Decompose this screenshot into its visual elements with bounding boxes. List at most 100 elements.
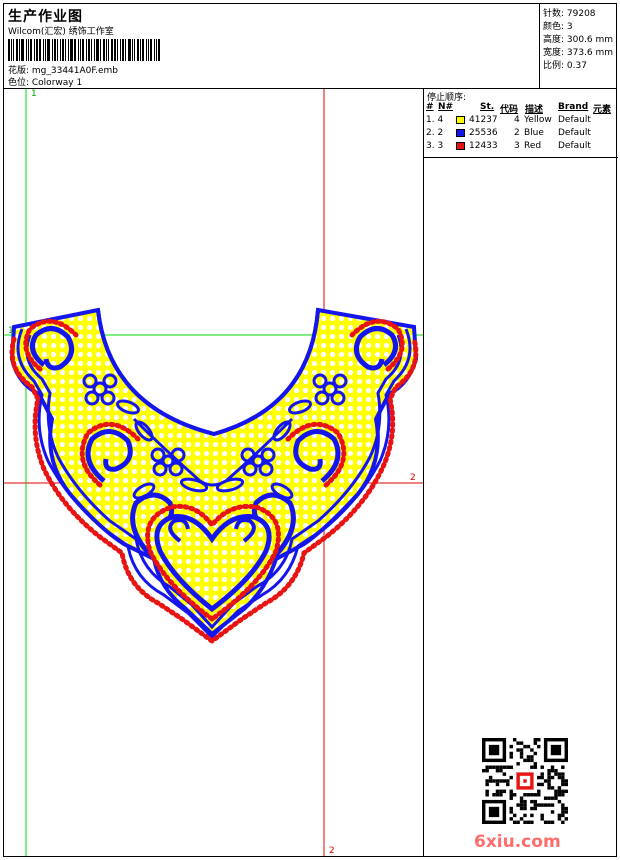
qr-module: [499, 768, 503, 773]
design-scale: 比例: 0.37: [543, 61, 587, 71]
row-brand: Default: [558, 141, 591, 151]
barcode-bar: [28, 39, 29, 61]
embroidery-preview: [4, 89, 423, 856]
qr-module: [523, 758, 527, 763]
qr-module: [519, 741, 524, 745]
qr-module: [550, 775, 555, 780]
qr-module: [530, 806, 534, 811]
qr-module: [499, 793, 503, 797]
qr-module: [530, 765, 534, 769]
qr-module: [519, 755, 524, 759]
qr-module: [533, 751, 538, 756]
qr-module: [564, 806, 568, 811]
qr-module: [526, 793, 531, 797]
qr-module: [540, 813, 544, 818]
qr-module: [540, 782, 544, 787]
qr-module: [506, 782, 510, 787]
qr-module: [523, 793, 527, 797]
qr-module: [537, 775, 541, 780]
qr-module: [499, 765, 503, 769]
qr-module: [495, 789, 500, 794]
barcode-bar: [34, 39, 35, 61]
barcode-bar: [60, 39, 61, 61]
qr-module: [533, 803, 538, 807]
qr-module: [547, 786, 551, 790]
qr-module: [550, 744, 562, 756]
qr-module: [488, 806, 500, 818]
qr-module: [509, 806, 513, 811]
qr-module: [537, 738, 541, 742]
qr-module: [526, 758, 531, 763]
qr-module: [557, 772, 562, 776]
barcode-bar: [122, 39, 124, 61]
qr-module: [547, 772, 551, 776]
qr-module: [550, 768, 555, 773]
table-divider: [424, 157, 618, 158]
qr-module: [499, 779, 503, 783]
barcode-bar: [47, 39, 50, 61]
barcode-bar: [128, 39, 131, 61]
qr-module: [547, 803, 551, 807]
qr-module: [537, 793, 541, 797]
stats-box: 针数: 79208 颜色: 3 高度: 300.6 mm 宽度: 373.6 m…: [539, 4, 618, 88]
qr-module: [502, 779, 507, 783]
barcode-bar: [70, 39, 73, 61]
color-swatch: [456, 129, 465, 137]
qr-module: [485, 768, 489, 773]
table-row: 1. 4 41237 4 Yellow Default: [424, 115, 618, 127]
qr-module: [485, 793, 489, 797]
barcode-bar: [45, 39, 46, 61]
barcode-bar: [16, 39, 18, 61]
row-stitches: 12433: [469, 141, 498, 151]
qr-module: [488, 765, 493, 769]
qr-module: [516, 741, 520, 745]
barcode-bar: [154, 39, 155, 61]
qr-module: [564, 782, 568, 787]
qr-module: [519, 803, 524, 807]
qr-module: [554, 772, 558, 776]
barcode-bar: [52, 39, 53, 61]
qr-module: [557, 786, 562, 790]
qr-module: [557, 799, 562, 804]
barcode-bar: [11, 39, 12, 61]
row-stitches: 41237: [469, 115, 498, 125]
barcode-bar: [68, 39, 69, 61]
qr-module: [533, 799, 538, 804]
barcode-bar: [57, 39, 58, 61]
qr-module: [561, 803, 565, 807]
qr-module: [543, 796, 548, 800]
watermark: 6xiu.com: [474, 832, 561, 852]
stitch-count: 针数: 79208: [543, 9, 596, 19]
qr-module: [526, 744, 531, 749]
barcode-bar: [140, 39, 141, 61]
qr-module: [523, 820, 527, 824]
qr-module: [561, 782, 565, 787]
qr-module: [512, 813, 517, 818]
qr-module: [509, 817, 513, 821]
qr-module: [523, 803, 527, 807]
qr-module: [519, 799, 524, 804]
qr-module: [540, 775, 544, 780]
col-header-seq: #: [426, 102, 434, 112]
qr-code: [482, 738, 568, 824]
barcode-bar: [39, 39, 41, 61]
qr-module: [523, 806, 527, 811]
qr-module: [519, 796, 524, 800]
qr-module: [509, 765, 513, 769]
qr-module: [523, 779, 527, 783]
qr-module: [561, 820, 565, 824]
barcode-bar: [132, 39, 133, 61]
design-canvas: 1 1 2 2: [4, 89, 423, 856]
color-swatch: [456, 116, 465, 124]
barcode-bar: [148, 39, 149, 61]
barcode-bar: [120, 39, 121, 61]
qr-module: [533, 738, 538, 742]
stop-sequence-panel: 停止顺序: # N# St. 代码 描述 Brand 元素 1. 4 41237…: [423, 89, 618, 856]
barcode-bar: [134, 39, 135, 61]
qr-module: [512, 738, 517, 742]
barcode-bar: [82, 39, 84, 61]
barcode-bar: [19, 39, 20, 61]
barcode-bar: [91, 39, 92, 61]
qr-module: [561, 772, 565, 776]
barcode-bar: [88, 39, 90, 61]
